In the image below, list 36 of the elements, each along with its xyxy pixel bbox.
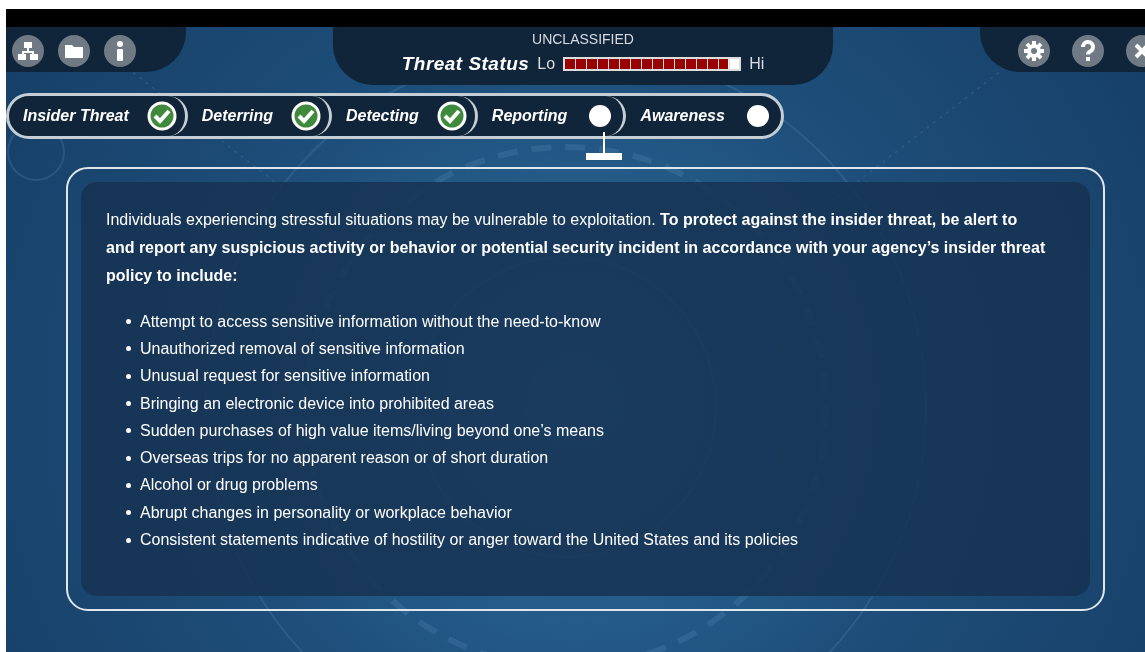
step-tab[interactable]: Insider Threat [9, 96, 188, 136]
bullet-icon [126, 482, 131, 488]
settings-icon[interactable] [1018, 35, 1050, 67]
sitemap-icon[interactable] [12, 35, 44, 67]
bullet-icon [126, 319, 131, 325]
check-icon [146, 101, 177, 131]
list-item: Sudden purchases of high value items/living beyond one’s means [140, 420, 604, 441]
list-item: Alcohol or drug problems [140, 475, 318, 496]
list-item: Overseas trips for no apparent reason or of short duration [140, 448, 549, 469]
list-item: Attempt to access sensitive information without the need-to-know [140, 311, 601, 332]
step-tab[interactable]: Reporting [477, 96, 627, 136]
bullet-icon [126, 401, 131, 407]
low-label: Lo [537, 54, 556, 75]
classification-label: UNCLASSIFIED [532, 31, 634, 48]
help-icon[interactable] [1072, 35, 1104, 67]
check-icon [290, 101, 321, 131]
list-item: Abrupt changes in personality or workplace behavior [140, 502, 512, 523]
bullet-icon [126, 455, 131, 461]
bullet-icon [126, 346, 131, 352]
info-icon[interactable] [104, 35, 136, 67]
high-label: Hi [749, 54, 765, 75]
step-tab[interactable]: Deterring [187, 96, 332, 136]
threat-status-title: Threat Status [401, 52, 530, 76]
folder-icon[interactable] [58, 35, 90, 67]
bullet-icon [126, 510, 131, 516]
step-tab[interactable]: Awareness [626, 96, 781, 136]
intro-paragraph: Individuals experiencing stressful situations may be vulnerable to exploitation. To protect against the insider threat, be alert to and report any suspicious activity or behavior or potential security incident in accordance with your agency’s insider threat policy to include: [106, 210, 1047, 286]
list-item: Consistent statements indicative of hostility or anger toward the United States and its policies [140, 530, 799, 550]
list-item: Unusual request for sensitive information [140, 366, 430, 387]
bullet-icon [126, 537, 131, 543]
bullet-icon [126, 428, 131, 434]
check-icon [436, 101, 467, 131]
step-tab[interactable]: Detecting [331, 96, 478, 136]
list-item: Bringing an electronic device into prohibited areas [140, 393, 494, 414]
bullet-icon [126, 373, 131, 379]
list-item: Unauthorized removal of sensitive information [140, 338, 465, 359]
